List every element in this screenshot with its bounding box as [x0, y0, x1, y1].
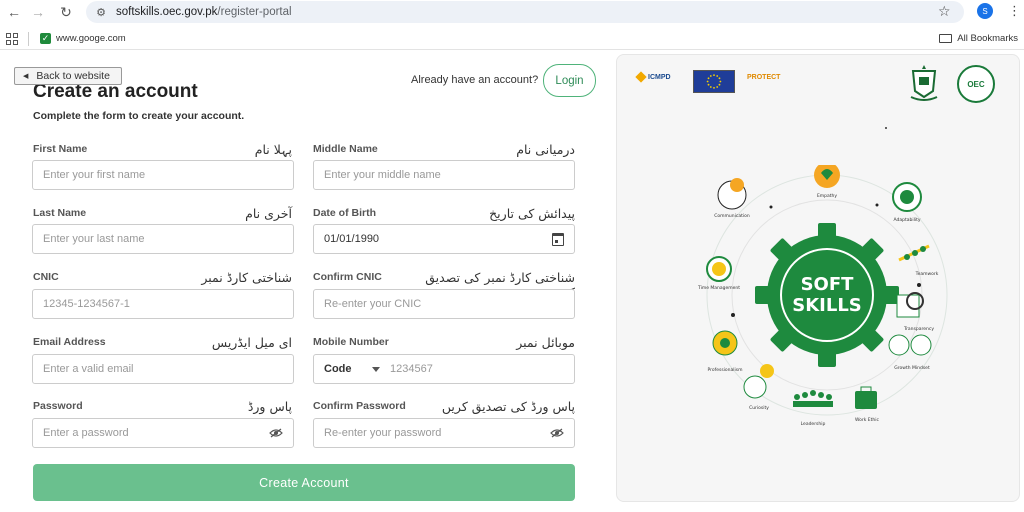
- page-subtitle: Complete the form to create your account…: [33, 110, 245, 122]
- bookmark-item[interactable]: ✓ www.googe.com: [40, 33, 126, 44]
- password-input[interactable]: Enter a password: [32, 418, 294, 448]
- confirm-password-urdu-label: پاس ورڈ کی تصدیق کریں: [441, 399, 575, 414]
- bookmark-label: www.googe.com: [56, 33, 126, 44]
- work-ethic-icon: Work Ethic: [855, 386, 880, 423]
- first-name-urdu-label: پہلا نام: [254, 142, 292, 157]
- mobile-urdu-label: موبائل نمبر: [516, 335, 575, 350]
- confirm-cnic-label: Confirm CNIC: [313, 271, 382, 283]
- cnic-urdu-label: شناختی کارڈ نمبر: [201, 270, 292, 285]
- chevron-down-icon[interactable]: [372, 367, 380, 372]
- professionalism-icon: Professionalism: [707, 330, 743, 373]
- folder-icon: [939, 34, 953, 43]
- skill-transparency: Transparency: [903, 326, 934, 332]
- email-urdu-label: ای میل ایڈریس: [211, 335, 292, 350]
- time-management-icon: Time Management: [697, 256, 740, 291]
- skill-teamwork: Teamwork: [915, 271, 939, 277]
- decorative-dot: [885, 127, 887, 129]
- skill-work-ethic: Work Ethic: [855, 417, 880, 423]
- icmpd-label: ICMPD: [648, 73, 671, 81]
- skill-empathy: Empathy: [817, 193, 837, 199]
- back-arrow-icon[interactable]: ←: [4, 2, 24, 22]
- last-name-input[interactable]: Enter your last name: [32, 224, 294, 254]
- skill-professionalism: Professionalism: [707, 367, 742, 373]
- calendar-icon[interactable]: [552, 233, 564, 246]
- protect-logo: PROTECT: [747, 74, 781, 81]
- teamwork-icon: Teamwork: [898, 244, 939, 277]
- bookmark-star-icon[interactable]: ☆: [938, 3, 951, 20]
- dob-input[interactable]: 01/01/1990: [313, 224, 575, 254]
- caret-left-icon: ◀: [23, 73, 29, 80]
- password-urdu-label: پاس ورڈ: [247, 399, 292, 414]
- skill-adaptability: Adaptability: [893, 217, 920, 223]
- all-bookmarks-label: All Bookmarks: [957, 33, 1018, 44]
- icmpd-logo: ICMPD: [635, 71, 671, 83]
- back-to-website-button[interactable]: ◀ Back to website: [14, 67, 122, 85]
- skill-time-management: Time Management: [697, 285, 740, 291]
- leadership-icon: Leadership: [793, 390, 833, 427]
- mobile-field: Code 1234567: [313, 354, 575, 384]
- confirm-cnic-input[interactable]: Re-enter your CNIC: [313, 289, 575, 319]
- communication-icon: Communication: [714, 178, 750, 219]
- more-menu-icon[interactable]: ⋮: [1008, 3, 1021, 19]
- skill-leadership: Leadership: [801, 421, 826, 427]
- dob-label: Date of Birth: [313, 207, 376, 219]
- first-name-label: First Name: [33, 143, 88, 155]
- password-label: Password: [33, 400, 83, 412]
- first-name-input[interactable]: Enter your first name: [32, 160, 294, 190]
- empathy-icon: Empathy: [814, 165, 840, 199]
- address-bar[interactable]: ⚙ softskills.oec.gov.pk/register-portal: [86, 1, 964, 23]
- url-host: softskills.oec.gov.pk: [116, 6, 218, 18]
- site-settings-icon[interactable]: ⚙: [94, 5, 108, 19]
- forward-arrow-icon[interactable]: →: [28, 2, 48, 22]
- curiosity-icon: Curiosity: [743, 364, 774, 411]
- browser-toolbar: ← → ↻ ⚙ softskills.oec.gov.pk/register-p…: [0, 0, 1024, 24]
- profile-avatar[interactable]: S: [977, 3, 993, 19]
- cnic-input[interactable]: 12345-1234567-1: [32, 289, 294, 319]
- bookmarks-bar: ✓ www.googe.com All Bookmarks: [0, 28, 1024, 50]
- email-label: Email Address: [33, 336, 106, 348]
- back-label: Back to website: [36, 70, 110, 82]
- adaptability-icon: Adaptability: [892, 182, 922, 223]
- mobile-input[interactable]: 1234567: [390, 363, 433, 375]
- already-account-text: Already have an account?: [411, 74, 539, 86]
- icmpd-diamond-icon: [635, 71, 647, 83]
- mobile-label: Mobile Number: [313, 336, 389, 348]
- apps-grid-icon[interactable]: [6, 33, 18, 45]
- register-page: Create an account ◀ Back to website Comp…: [0, 52, 1024, 512]
- password-placeholder: Enter a password: [43, 427, 129, 439]
- soft-skills-diagram: SOFT SKILLS Communication Empathy Adapta…: [697, 165, 948, 427]
- eye-off-icon[interactable]: [550, 428, 564, 438]
- confirm-password-placeholder: Re-enter your password: [324, 427, 442, 439]
- login-button[interactable]: Login: [543, 64, 596, 97]
- skill-communication: Communication: [714, 213, 750, 219]
- last-name-urdu-label: آخری نام: [245, 206, 292, 221]
- middle-name-urdu-label: درمیانی نام: [516, 142, 575, 157]
- create-account-button[interactable]: Create Account: [33, 464, 575, 501]
- pakistan-emblem-logo: [910, 65, 938, 101]
- email-input[interactable]: Enter a valid email: [32, 354, 294, 384]
- eu-flag-logo: [693, 70, 735, 93]
- skill-growth-mindset: Growth Mindset: [894, 365, 930, 371]
- last-name-label: Last Name: [33, 207, 87, 219]
- eye-off-icon[interactable]: [269, 428, 283, 438]
- confirm-password-label: Confirm Password: [313, 400, 406, 412]
- middle-name-label: Middle Name: [313, 143, 378, 155]
- illustration-panel: ICMPD PROTECT OEC SOFT SKILLS Communicat…: [616, 54, 1020, 502]
- oec-logo: OEC: [957, 65, 995, 103]
- all-bookmarks-button[interactable]: All Bookmarks: [939, 33, 1018, 44]
- url-path: /register-portal: [217, 6, 292, 18]
- transparency-icon: Transparency: [896, 292, 934, 332]
- bookmarks-divider: [28, 32, 29, 46]
- reload-icon[interactable]: ↻: [56, 2, 76, 22]
- dob-value: 01/01/1990: [324, 233, 380, 245]
- gear-label-soft: SOFT: [801, 274, 855, 295]
- check-favicon-icon: ✓: [40, 33, 51, 44]
- middle-name-input[interactable]: Enter your middle name: [313, 160, 575, 190]
- cnic-label: CNIC: [33, 271, 59, 283]
- dob-urdu-label: پیدائش کی تاریخ: [489, 206, 575, 221]
- gear-label-skills: SKILLS: [792, 295, 862, 316]
- country-code-select[interactable]: Code: [324, 363, 352, 375]
- skill-curiosity: Curiosity: [749, 405, 769, 411]
- confirm-password-input[interactable]: Re-enter your password: [313, 418, 575, 448]
